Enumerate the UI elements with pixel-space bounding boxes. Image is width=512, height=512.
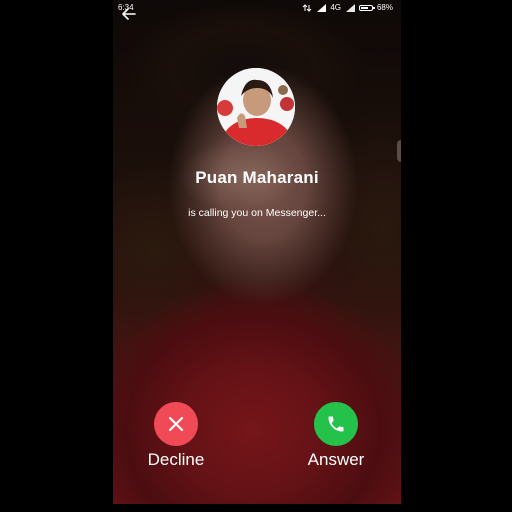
- close-icon: [168, 416, 184, 432]
- caller-avatar: [217, 68, 295, 146]
- status-icons: 4G 68%: [302, 0, 393, 16]
- signal-icon: [345, 4, 355, 12]
- data-arrows-icon: [302, 4, 312, 12]
- caller-name: Puan Maharani: [195, 168, 319, 187]
- answer-button[interactable]: [314, 402, 358, 446]
- network-type: 4G: [330, 3, 341, 12]
- battery-icon: [358, 5, 375, 11]
- signal-icon: [317, 4, 327, 12]
- phone-icon: [328, 416, 344, 432]
- incoming-call-screen: 6:34 4G 68% Puan Maharani is calling you…: [113, 0, 401, 504]
- caller-photo: [217, 68, 295, 146]
- battery-level-fill: [360, 7, 368, 9]
- status-bar: 6:34 4G 68%: [113, 0, 401, 16]
- battery-percent: 68%: [376, 3, 393, 12]
- screen-frame: 6:34 4G 68% Puan Maharani is calling you…: [0, 0, 512, 512]
- decline-label[interactable]: Decline: [126, 450, 226, 470]
- edge-handle: [397, 140, 401, 162]
- back-arrow-icon[interactable]: [121, 6, 137, 22]
- answer-label[interactable]: Answer: [286, 450, 386, 470]
- call-subtitle: is calling you on Messenger...: [188, 207, 326, 219]
- decline-button[interactable]: [154, 402, 198, 446]
